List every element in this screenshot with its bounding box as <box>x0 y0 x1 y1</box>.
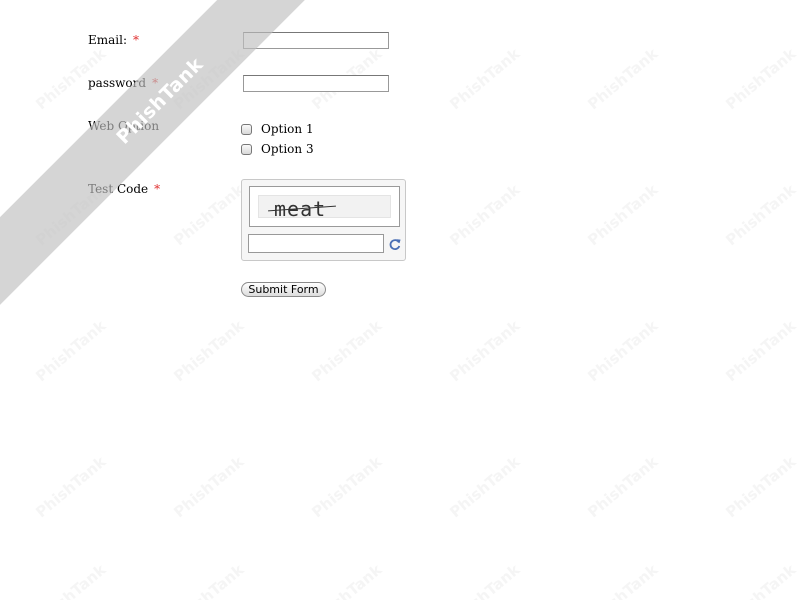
option-3[interactable]: Option 3 <box>241 142 314 156</box>
watermark-text: PhishTank <box>584 452 662 522</box>
option-1-label: Option 1 <box>261 122 314 136</box>
password-label-text: password <box>88 76 147 90</box>
watermark-text: PhishTank <box>32 452 110 522</box>
email-field[interactable] <box>243 32 389 49</box>
watermark-text: PhishTank <box>446 44 524 114</box>
required-mark: * <box>133 33 140 47</box>
option-3-checkbox[interactable] <box>241 143 252 155</box>
watermark-text: PhishTank <box>584 180 662 250</box>
watermark-text: PhishTank <box>32 316 110 386</box>
web-option-label: Web Option <box>88 119 160 133</box>
watermark-text: PhishTank <box>170 180 248 250</box>
email-label: Email: * <box>88 33 139 47</box>
option-1-checkbox[interactable] <box>241 123 252 135</box>
refresh-icon[interactable] <box>388 237 402 251</box>
watermark-text: PhishTank <box>722 180 800 250</box>
watermark-text: PhishTank <box>446 316 524 386</box>
watermark-text: PhishTank <box>584 316 662 386</box>
watermark-layer: PhishTank PhishTank PhishTank PhishTank … <box>0 0 800 600</box>
required-mark: * <box>154 182 161 196</box>
watermark-text: PhishTank <box>722 452 800 522</box>
watermark-text: PhishTank <box>308 560 386 600</box>
watermark-text: PhishTank <box>308 452 386 522</box>
password-field[interactable] <box>243 75 389 92</box>
watermark-text: PhishTank <box>584 560 662 600</box>
watermark-text: PhishTank <box>446 180 524 250</box>
captcha-input[interactable] <box>248 234 384 253</box>
watermark-text: PhishTank <box>722 316 800 386</box>
password-label: password * <box>88 76 158 90</box>
watermark-text: PhishTank <box>446 452 524 522</box>
captcha-image: meat <box>249 186 400 227</box>
captcha-box: meat <box>241 179 406 261</box>
ribbon-text: PhishTank <box>112 53 208 149</box>
email-label-text: Email: <box>88 33 128 47</box>
watermark-text: PhishTank <box>170 316 248 386</box>
watermark-text: PhishTank <box>722 44 800 114</box>
watermark-text: PhishTank <box>170 44 248 114</box>
watermark-text: PhishTank <box>170 560 248 600</box>
test-code-label: Test Code * <box>88 182 160 196</box>
watermark-text: PhishTank <box>32 560 110 600</box>
option-3-label: Option 3 <box>261 142 314 156</box>
test-code-label-text: Test Code <box>88 182 149 196</box>
watermark-text: PhishTank <box>308 316 386 386</box>
watermark-text: PhishTank <box>170 452 248 522</box>
required-mark: * <box>152 76 159 90</box>
watermark-text: PhishTank <box>584 44 662 114</box>
option-1[interactable]: Option 1 <box>241 122 314 136</box>
watermark-text: PhishTank <box>722 560 800 600</box>
submit-form-button[interactable]: Submit Form <box>241 282 326 297</box>
watermark-text: PhishTank <box>446 560 524 600</box>
